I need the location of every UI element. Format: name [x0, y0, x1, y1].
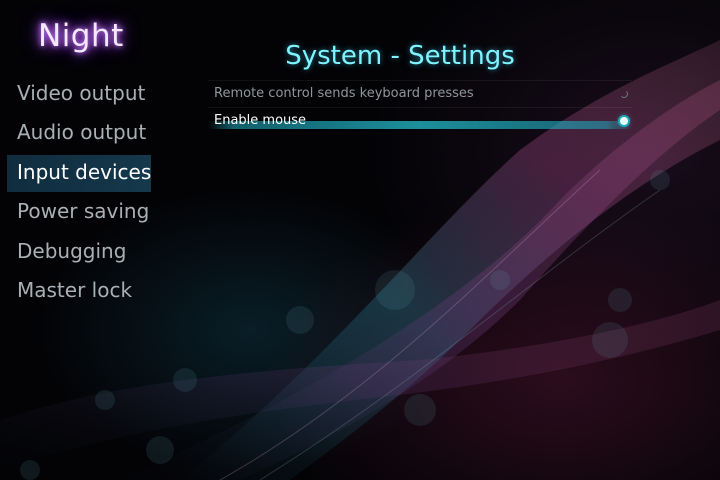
sidebar-item-video-output[interactable]: Video output	[7, 76, 151, 113]
toggle-on-icon[interactable]	[620, 117, 628, 125]
toggle-off-icon[interactable]	[620, 90, 628, 98]
page-title: System - Settings	[285, 41, 515, 71]
settings-screen: Night Video output Audio output Input de…	[0, 0, 720, 480]
setting-label: Enable mouse	[214, 113, 307, 128]
setting-remote-keyboard-presses[interactable]: Remote control sends keyboard presses	[208, 80, 632, 107]
app-logo: Night	[38, 18, 124, 54]
sidebar-menu: Video output Audio output Input devices …	[7, 76, 151, 312]
sidebar-item-power-saving[interactable]: Power saving	[7, 194, 151, 231]
setting-enable-mouse[interactable]: Enable mouse	[208, 107, 632, 134]
settings-list: Remote control sends keyboard presses En…	[208, 80, 632, 134]
setting-label: Remote control sends keyboard presses	[214, 86, 474, 101]
sidebar-item-debugging[interactable]: Debugging	[7, 234, 151, 271]
sidebar-item-input-devices[interactable]: Input devices	[7, 154, 151, 192]
sidebar-item-master-lock[interactable]: Master lock	[7, 273, 151, 310]
sidebar-item-audio-output[interactable]: Audio output	[7, 115, 151, 152]
